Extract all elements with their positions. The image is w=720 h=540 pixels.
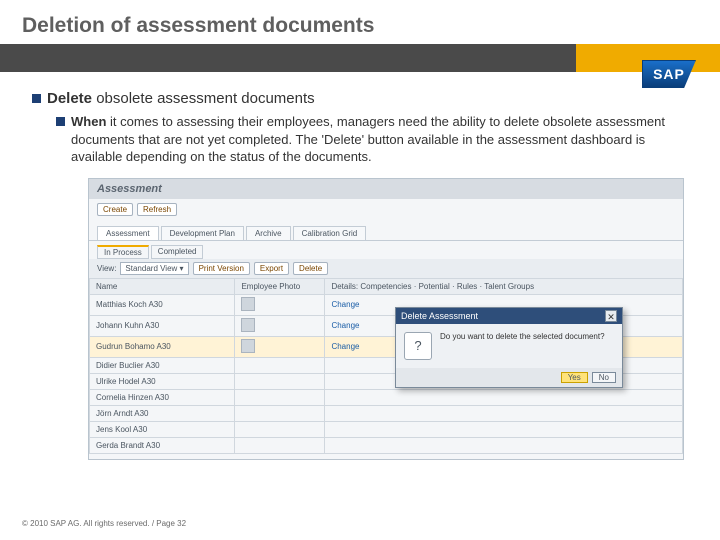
dialog-title: Delete Assessment <box>401 311 478 321</box>
cell-photo <box>235 315 325 336</box>
delete-dialog: Delete Assessment ✕ ? Do you want to del… <box>395 307 623 388</box>
cell-name: Johann Kuhn A30 <box>90 315 235 336</box>
tab-devplan[interactable]: Development Plan <box>161 226 244 240</box>
employee-photo-icon <box>241 339 255 353</box>
cell-name: Jörn Arndt A30 <box>90 405 235 421</box>
main-tabs: Assessment Development Plan Archive Cali… <box>89 226 683 241</box>
employee-photo-icon <box>241 297 255 311</box>
cell-name: Jens Kool A30 <box>90 421 235 437</box>
screenshot-toolbar: Create Refresh <box>89 199 683 220</box>
cell-name: Ulrike Hodel A30 <box>90 373 235 389</box>
dialog-message: Do you want to delete the selected docum… <box>440 332 605 360</box>
cell-name: Didier Buclier A30 <box>90 357 235 373</box>
sub-bold: When <box>71 114 106 129</box>
employee-photo-icon <box>241 318 255 332</box>
embedded-screenshot: Assessment Create Refresh Assessment Dev… <box>88 178 684 460</box>
change-link[interactable]: Change <box>331 342 359 351</box>
delete-button[interactable]: Delete <box>293 262 328 275</box>
change-link[interactable]: Change <box>331 300 359 309</box>
table-row[interactable]: Gerda Brandt A30 <box>90 437 683 453</box>
print-button[interactable]: Print Version <box>193 262 250 275</box>
subtab-completed[interactable]: Completed <box>151 245 204 259</box>
cell-action <box>325 421 683 437</box>
create-button[interactable]: Create <box>97 203 133 216</box>
sub-rest: it comes to assessing their employees, m… <box>71 114 665 164</box>
cell-action <box>325 389 683 405</box>
cell-name: Cornelia Hinzen A30 <box>90 389 235 405</box>
sub-tabs: In Process Completed <box>89 241 683 259</box>
view-select[interactable]: Standard View ▾ <box>120 262 188 275</box>
view-row: View: Standard View ▾ Print Version Expo… <box>89 259 683 278</box>
bullet-square-icon <box>56 117 65 126</box>
title-bar <box>0 44 720 72</box>
cell-photo <box>235 294 325 315</box>
question-icon: ? <box>404 332 432 360</box>
table-row[interactable]: Cornelia Hinzen A30 <box>90 389 683 405</box>
heading-rest: obsolete assessment documents <box>92 90 315 107</box>
heading-bold: Delete <box>47 90 92 107</box>
close-icon[interactable]: ✕ <box>605 310 617 322</box>
refresh-button[interactable]: Refresh <box>137 203 177 216</box>
cell-photo <box>235 357 325 373</box>
cell-photo <box>235 389 325 405</box>
dialog-header: Delete Assessment ✕ <box>396 308 622 324</box>
no-button[interactable]: No <box>592 372 616 383</box>
cell-action <box>325 405 683 421</box>
col-photo: Employee Photo <box>235 278 325 294</box>
paragraph-level2: When it comes to assessing their employe… <box>71 113 690 166</box>
sap-logo: SAP <box>642 60 696 88</box>
slide-title: Deletion of assessment documents <box>0 0 720 44</box>
cell-photo <box>235 437 325 453</box>
bullet-square-icon <box>32 94 41 103</box>
cell-photo <box>235 373 325 389</box>
yes-button[interactable]: Yes <box>561 372 588 383</box>
table-row[interactable]: Jens Kool A30 <box>90 421 683 437</box>
col-details: Details: Competencies · Potential · Rule… <box>325 278 683 294</box>
cell-photo <box>235 336 325 357</box>
tab-archive[interactable]: Archive <box>246 226 291 240</box>
view-label: View: <box>97 264 116 273</box>
change-link[interactable]: Change <box>331 321 359 330</box>
cell-photo <box>235 405 325 421</box>
view-value: Standard View <box>125 264 177 273</box>
cell-name: Gudrun Bohamo A30 <box>90 336 235 357</box>
table-row[interactable]: Jörn Arndt A30 <box>90 405 683 421</box>
screenshot-panel-title: Assessment <box>89 179 683 199</box>
sap-logo-text: SAP <box>642 60 696 88</box>
subtab-inprocess[interactable]: In Process <box>97 245 149 259</box>
col-name: Name <box>90 278 235 294</box>
export-button[interactable]: Export <box>254 262 289 275</box>
footer-text: © 2010 SAP AG. All rights reserved. / Pa… <box>22 519 186 528</box>
tab-calibration[interactable]: Calibration Grid <box>293 226 367 240</box>
body-area: Delete obsolete assessment documents Whe… <box>0 72 720 460</box>
tab-assessment[interactable]: Assessment <box>97 226 159 240</box>
heading-level1: Delete obsolete assessment documents <box>47 90 315 107</box>
cell-action <box>325 437 683 453</box>
cell-name: Matthias Koch A30 <box>90 294 235 315</box>
cell-name: Gerda Brandt A30 <box>90 437 235 453</box>
cell-photo <box>235 421 325 437</box>
